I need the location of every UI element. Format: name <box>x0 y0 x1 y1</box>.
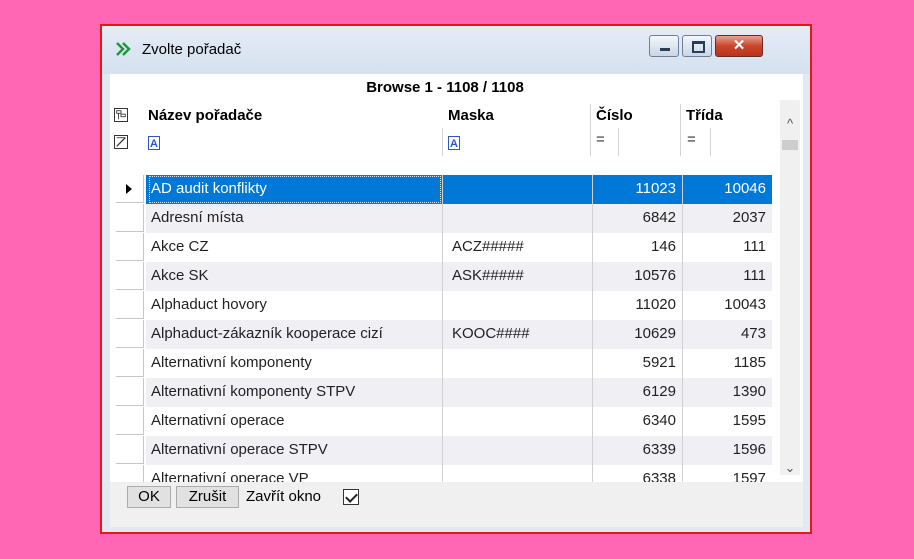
cell-class: 10046 <box>724 180 766 197</box>
cell-class: 473 <box>740 325 766 342</box>
cell-class: 111 <box>743 267 766 284</box>
cell-mask <box>444 436 592 465</box>
table-row[interactable]: Alternativní operace STPV 6339 1596 <box>116 436 772 465</box>
cell-mask: KOOC#### <box>452 325 530 342</box>
cell-name: Alternativní komponenty <box>151 354 312 371</box>
filter-clear-icon[interactable] <box>114 135 128 149</box>
cell-number: 11020 <box>635 296 676 313</box>
row-selector[interactable] <box>116 262 144 290</box>
table-row[interactable]: Akce SK ASK##### 10576 111 <box>116 262 772 291</box>
cell-name: Adresní místa <box>151 209 244 226</box>
scroll-down-icon[interactable]: ⌄ <box>780 460 800 478</box>
row-selector[interactable] <box>116 378 144 406</box>
cell-name: Alphaduct hovory <box>151 296 267 313</box>
cell-name: Akce SK <box>151 267 209 284</box>
cell-mask <box>444 175 592 204</box>
row-pointer-icon <box>126 184 132 194</box>
column-header-mask[interactable]: Maska <box>448 105 494 127</box>
cell-class: 1390 <box>732 383 766 400</box>
cell-name: Akce CZ <box>151 238 209 255</box>
close-window-checkbox[interactable] <box>343 489 359 505</box>
row-selector[interactable] <box>116 175 144 203</box>
cell-class: 2037 <box>732 209 766 226</box>
cell-number: 146 <box>650 238 676 255</box>
column-header-number[interactable]: Číslo <box>596 105 633 127</box>
minimize-button[interactable] <box>649 35 679 57</box>
cell-number: 6129 <box>642 383 676 400</box>
maximize-button[interactable] <box>682 35 712 57</box>
cell-name: Alphaduct-zákazník kooperace cizí <box>151 325 383 342</box>
title-bar[interactable]: Zvolte pořadač ✕ <box>102 26 810 74</box>
column-config-icon[interactable] <box>114 108 128 122</box>
column-divider <box>710 128 711 156</box>
row-selector[interactable] <box>116 233 144 261</box>
table-row[interactable]: Akce CZ ACZ##### 146 111 <box>116 233 772 262</box>
column-divider <box>618 128 619 156</box>
table-row[interactable]: AD audit konflikty 11023 10046 <box>116 175 772 204</box>
cell-class: 1596 <box>732 441 766 458</box>
scroll-up-icon[interactable]: ^ <box>780 116 800 134</box>
filter-text-icon[interactable]: A <box>448 136 460 150</box>
close-button[interactable]: ✕ <box>715 35 763 57</box>
column-divider <box>590 104 591 156</box>
cell-number: 6340 <box>642 412 676 429</box>
window-app-icon <box>116 42 131 56</box>
table-row[interactable]: Alternativní komponenty 5921 1185 <box>116 349 772 378</box>
cell-mask <box>444 291 592 320</box>
ok-button[interactable]: OK <box>127 486 171 508</box>
maximize-icon <box>692 41 705 53</box>
row-selector[interactable] <box>116 204 144 232</box>
column-divider <box>680 104 681 156</box>
close-window-label: Zavřít okno <box>246 488 322 505</box>
browse-title: Browse 1 - 1108 / 1108 <box>366 79 524 96</box>
filter-equals-icon[interactable]: = <box>687 131 696 148</box>
dialog-window: Zvolte pořadač ✕ Browse 1 - 1108 / 1108 … <box>100 24 812 534</box>
table-row[interactable]: Alphaduct-zákazník kooperace cizí KOOC##… <box>116 320 772 349</box>
table-row[interactable]: Alphaduct hovory 11020 10043 <box>116 291 772 320</box>
cell-number: 11023 <box>635 180 676 197</box>
row-selector[interactable] <box>116 407 144 435</box>
table-row[interactable]: Alternativní operace 6340 1595 <box>116 407 772 436</box>
cell-name: Alternativní operace STPV <box>151 441 328 458</box>
browse-panel: Browse 1 - 1108 / 1108 Název pořadače Ma… <box>110 74 803 527</box>
footer-bar: OK Zrušit Zavřít okno <box>110 482 803 527</box>
cell-mask <box>444 204 592 233</box>
column-header-name[interactable]: Název pořadače <box>148 105 262 127</box>
cell-class: 10043 <box>724 296 766 313</box>
cell-class: 1185 <box>733 354 766 371</box>
cell-class: 1595 <box>732 412 766 429</box>
cell-mask: ACZ##### <box>452 238 524 255</box>
table-row[interactable]: Adresní místa 6842 2037 <box>116 204 772 233</box>
cell-mask: ASK##### <box>452 267 524 284</box>
window-title: Zvolte pořadač <box>142 41 242 58</box>
cell-mask <box>444 349 592 378</box>
cancel-button[interactable]: Zrušit <box>176 486 239 508</box>
cell-number: 5921 <box>642 354 676 371</box>
minimize-icon <box>660 48 670 51</box>
cell-name: Alternativní komponenty STPV <box>151 383 356 400</box>
close-icon: ✕ <box>732 37 746 54</box>
row-selector[interactable] <box>116 320 144 348</box>
filter-text-icon[interactable]: A <box>148 136 160 150</box>
column-divider <box>442 128 443 156</box>
cell-number: 10629 <box>634 325 676 342</box>
cell-name: Alternativní operace <box>151 412 285 429</box>
filter-equals-icon[interactable]: = <box>596 131 605 148</box>
cell-mask <box>444 378 592 407</box>
cell-name: AD audit konflikty <box>148 175 442 204</box>
vertical-scrollbar[interactable]: ^ ⌄ <box>780 100 800 475</box>
cell-number: 10576 <box>634 267 676 284</box>
cell-class: 111 <box>743 238 766 255</box>
row-selector[interactable] <box>116 291 144 319</box>
row-selector[interactable] <box>116 436 144 464</box>
column-header-class[interactable]: Třída <box>686 105 723 127</box>
cell-number: 6842 <box>642 209 676 226</box>
table-row[interactable]: Alternativní komponenty STPV 6129 1390 <box>116 378 772 407</box>
cell-number: 6339 <box>642 441 676 458</box>
row-selector[interactable] <box>116 349 144 377</box>
cell-mask <box>444 407 592 436</box>
scroll-thumb[interactable] <box>782 140 798 150</box>
